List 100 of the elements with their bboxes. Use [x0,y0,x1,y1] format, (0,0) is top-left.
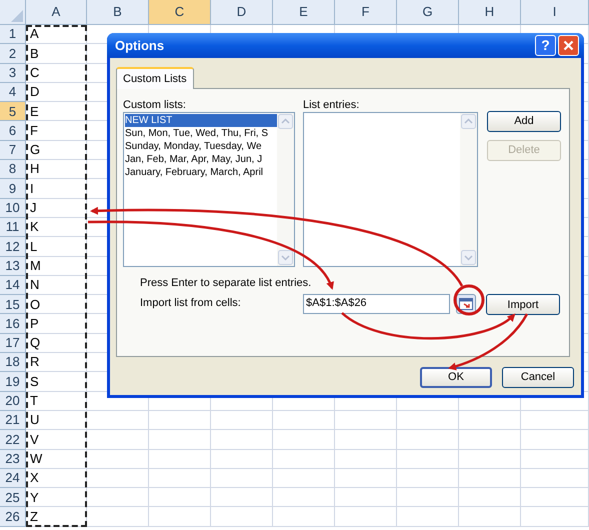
column-header[interactable]: D [211,0,273,25]
tab[interactable]: Custom Lists [116,67,194,89]
table-cell: C [26,64,87,83]
table-cell [459,430,521,450]
close-button[interactable] [558,35,579,56]
row-header[interactable]: 25 [0,488,26,508]
column-header[interactable]: I [521,0,589,25]
scroll-up-icon[interactable] [461,114,476,129]
row-header[interactable]: 22 [0,430,26,450]
list-item[interactable]: Sun, Mon, Tue, Wed, Thu, Fri, S [125,127,277,140]
table-cell [521,450,589,469]
row-header[interactable]: 2 [0,44,26,64]
help-button[interactable]: ? [535,35,556,56]
scroll-up-icon[interactable] [278,114,293,129]
table-cell [335,410,397,430]
table-cell: K [26,218,87,238]
row-header[interactable]: 16 [0,314,26,334]
row-header[interactable]: 15 [0,295,26,314]
table-cell: V [26,430,87,450]
dialog-button[interactable]: OK [420,367,492,388]
table-cell [397,430,459,450]
scroll-down-icon[interactable] [461,250,476,265]
table-cell: B [26,44,87,64]
row-header[interactable]: 26 [0,507,26,527]
row-header[interactable]: 23 [0,450,26,469]
scroll-bar[interactable] [460,113,477,266]
table-cell [211,450,273,469]
table-cell [273,488,335,508]
list-item[interactable]: NEW LIST [125,114,277,127]
import-button[interactable]: Import [486,294,560,316]
table-cell: U [26,410,87,430]
table-cell: D [26,82,87,102]
table-cell: J [26,198,87,218]
table-cell: E [26,102,87,122]
select-all-corner[interactable] [0,0,26,25]
list-item[interactable]: Jan, Feb, Mar, Apr, May, Jun, J [125,153,277,166]
close-icon [563,40,574,51]
dialog-button[interactable]: Cancel [502,367,574,388]
table-cell [459,507,521,527]
row-header[interactable]: 10 [0,198,26,218]
column-header[interactable]: F [335,0,397,25]
table-cell: Q [26,334,87,354]
row-header[interactable]: 13 [0,256,26,276]
row-header[interactable]: 19 [0,372,26,392]
table-cell: T [26,392,87,411]
table-cell [149,507,211,527]
table-cell [211,507,273,527]
list-item[interactable]: January, February, March, April [125,166,277,179]
column-header[interactable]: B [87,0,149,25]
row-header[interactable]: 12 [0,237,26,257]
table-cell: S [26,372,87,392]
scroll-bar[interactable] [277,113,294,266]
row-header[interactable]: 9 [0,179,26,199]
collapse-dialog-icon [459,298,473,310]
row-header[interactable]: 21 [0,410,26,430]
scroll-down-icon[interactable] [278,250,293,265]
row-header[interactable]: 11 [0,218,26,238]
row-header[interactable]: 3 [0,64,26,83]
table-cell: X [26,468,87,488]
dialog-button[interactable]: Add [487,111,561,132]
column-header[interactable]: G [397,0,459,25]
corner-triangle-icon [11,10,23,22]
row-header[interactable]: 6 [0,121,26,141]
column-header[interactable]: E [273,0,335,25]
table-cell [397,450,459,469]
list-box[interactable]: NEW LIST Sun, Mon, Tue, Wed, Thu, Fri, S Sunday, Monday, Tuesday, We Jan, Feb, Mar, Apr, May, Jun, J January, February, March, April [123,112,295,267]
row-header[interactable]: 18 [0,353,26,372]
table-cell: A [26,25,87,44]
column-header[interactable]: C [149,0,211,25]
table-cell [87,410,149,430]
row-header[interactable]: 4 [0,82,26,102]
table-cell [211,430,273,450]
table-cell [273,468,335,488]
table-cell [459,488,521,508]
table-cell [521,488,589,508]
row-header[interactable]: 14 [0,276,26,296]
row-header[interactable]: 7 [0,140,26,160]
table-cell [397,468,459,488]
column-header[interactable]: A [26,0,87,25]
table-cell [211,488,273,508]
list-item[interactable]: Sunday, Monday, Tuesday, We [125,140,277,153]
table-cell [335,507,397,527]
column-header[interactable]: H [459,0,521,25]
highlight-circle [454,284,484,316]
table-cell [211,410,273,430]
table-cell [335,450,397,469]
range-input-field[interactable]: $A$1:$A$26 [303,294,450,314]
row-header[interactable]: 1 [0,25,26,44]
row-header[interactable]: 5 [0,102,26,122]
row-header[interactable]: 17 [0,334,26,354]
table-cell [273,507,335,527]
row-header[interactable]: 20 [0,392,26,411]
table-cell: Y [26,488,87,508]
row-header[interactable]: 8 [0,160,26,180]
row-header[interactable]: 24 [0,468,26,488]
table-cell: L [26,237,87,257]
table-cell [149,450,211,469]
table-cell: I [26,179,87,199]
table-cell [397,488,459,508]
list-box[interactable] [303,112,478,267]
